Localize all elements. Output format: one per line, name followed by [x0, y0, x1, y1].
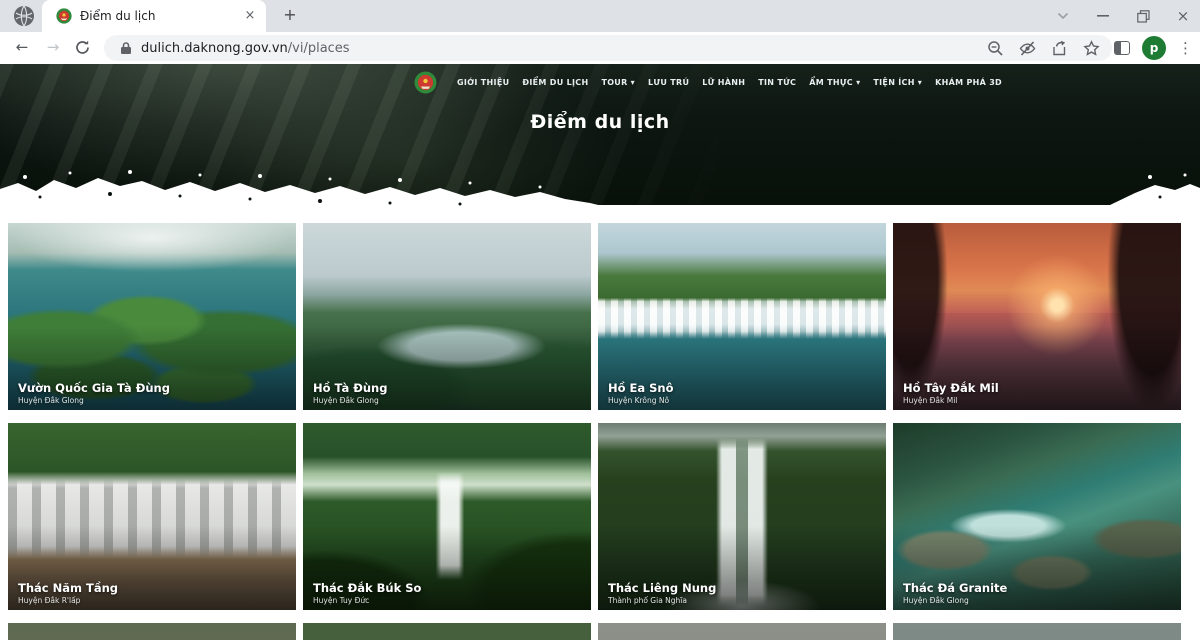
tab-search-chevron-icon[interactable] [1052, 5, 1074, 27]
nav-item-tien-ich[interactable]: TIỆN ÍCH ▾ [873, 78, 922, 87]
tab-bar: Điểm du lịch × + × [0, 0, 1200, 32]
place-photo [303, 623, 591, 640]
bookmark-star-icon[interactable] [1083, 40, 1100, 57]
zoom-out-icon[interactable] [987, 40, 1004, 57]
place-name: Thác Năm Tầng [18, 581, 118, 595]
place-card-partial[interactable] [598, 623, 886, 640]
place-district: Thành phố Gia Nghĩa [608, 596, 716, 605]
nav-item-luu-tru[interactable]: LƯU TRÚ [648, 78, 689, 87]
place-card-partial[interactable] [893, 623, 1181, 640]
torn-brush-edge [0, 163, 1200, 219]
webpage: GIỚI THIỆU ĐIỂM DU LỊCH TOUR ▾ LƯU TRÚ L… [0, 64, 1200, 640]
profile-avatar[interactable]: p [1142, 36, 1166, 60]
minimize-button[interactable] [1092, 5, 1114, 27]
tab-close-icon[interactable]: × [242, 8, 258, 24]
place-card-thac-nam-tang[interactable]: Thác Năm Tầng Huyện Đắk R'lấp [8, 423, 296, 610]
browser-toolbar: ← → dulich.daknong.gov.vn/vi/places [0, 32, 1200, 64]
url-path: /vi/places [288, 41, 350, 56]
card-meta: Hồ Tây Đắk Mil Huyện Đắk Mil [903, 381, 999, 405]
browser-window: Điểm du lịch × + × ← → [0, 0, 1200, 640]
card-meta: Thác Đá Granite Huyện Đắk Glong [903, 581, 1007, 605]
window-controls: × [1052, 0, 1194, 32]
place-district: Huyện Krông Nô [608, 396, 674, 405]
eye-off-icon[interactable] [1019, 40, 1036, 57]
hero-banner: GIỚI THIỆU ĐIỂM DU LỊCH TOUR ▾ LƯU TRÚ L… [0, 64, 1200, 205]
place-card-ta-dung-national-park[interactable]: Vườn Quốc Gia Tà Đùng Huyện Đắk Glong [8, 223, 296, 410]
browser-tab[interactable]: Điểm du lịch × [42, 0, 266, 32]
menu-kebab-icon[interactable]: ⋮ [1178, 39, 1192, 57]
place-card-thac-dak-buk-so[interactable]: Thác Đắk Búk So Huyện Tuy Đức [303, 423, 591, 610]
omnibox-actions [987, 40, 1100, 57]
place-district: Huyện Đắk Glong [903, 596, 1007, 605]
url-text[interactable]: dulich.daknong.gov.vn/vi/places [141, 41, 987, 56]
place-card-thac-da-granite[interactable]: Thác Đá Granite Huyện Đắk Glong [893, 423, 1181, 610]
card-meta: Vườn Quốc Gia Tà Đùng Huyện Đắk Glong [18, 381, 170, 405]
card-meta: Thác Liêng Nung Thành phố Gia Nghĩa [608, 581, 716, 605]
place-card-ho-tay-dak-mil[interactable]: Hồ Tây Đắk Mil Huyện Đắk Mil [893, 223, 1181, 410]
back-button[interactable]: ← [10, 36, 34, 60]
places-grid: Vườn Quốc Gia Tà Đùng Huyện Đắk Glong Hồ… [8, 223, 1181, 640]
place-photo [893, 623, 1181, 640]
toolbar-right: p ⋮ [1114, 32, 1192, 64]
lock-icon[interactable] [120, 41, 132, 55]
place-card-thac-lieng-nung[interactable]: Thác Liêng Nung Thành phố Gia Nghĩa [598, 423, 886, 610]
place-name: Thác Đắk Búk So [313, 581, 421, 595]
place-district: Huyện Tuy Đức [313, 596, 421, 605]
card-meta: Thác Đắk Búk So Huyện Tuy Đức [313, 581, 421, 605]
address-bar[interactable]: dulich.daknong.gov.vn/vi/places [104, 35, 1112, 61]
nav-item-gioi-thieu[interactable]: GIỚI THIỆU [457, 78, 509, 87]
place-district: Huyện Đắk Glong [313, 396, 387, 405]
page-title: Điểm du lịch [0, 111, 1200, 133]
share-icon[interactable] [1051, 40, 1068, 57]
place-name: Vườn Quốc Gia Tà Đùng [18, 381, 170, 395]
nav-item-am-thuc[interactable]: ẨM THỰC ▾ [809, 78, 860, 87]
new-tab-button[interactable]: + [280, 6, 300, 26]
restore-button[interactable] [1132, 5, 1154, 27]
side-panel-icon[interactable] [1114, 41, 1130, 55]
place-district: Huyện Đắk Mil [903, 396, 999, 405]
card-meta: Thác Năm Tầng Huyện Đắk R'lấp [18, 581, 118, 605]
card-meta: Hồ Tà Đùng Huyện Đắk Glong [313, 381, 387, 405]
place-district: Huyện Đắk R'lấp [18, 596, 118, 605]
nav-item-lu-hanh[interactable]: LỮ HÀNH [702, 78, 745, 87]
reload-button[interactable] [74, 39, 91, 56]
place-card-ho-ta-dung[interactable]: Hồ Tà Đùng Huyện Đắk Glong [303, 223, 591, 410]
card-meta: Hồ Ea Snô Huyện Krông Nô [608, 381, 674, 405]
url-host: dulich.daknong.gov.vn [141, 41, 288, 56]
place-card-partial[interactable] [303, 623, 591, 640]
close-window-button[interactable]: × [1172, 5, 1194, 27]
nav-item-diem-du-lich[interactable]: ĐIỂM DU LỊCH [522, 78, 588, 87]
forward-button[interactable]: → [41, 36, 65, 60]
place-photo [8, 623, 296, 640]
site-navigation: GIỚI THIỆU ĐIỂM DU LỊCH TOUR ▾ LƯU TRÚ L… [414, 71, 1015, 94]
nav-item-kham-pha-3d[interactable]: KHÁM PHÁ 3D [935, 78, 1002, 87]
tab-title: Điểm du lịch [80, 9, 242, 23]
place-card-partial[interactable] [8, 623, 296, 640]
place-name: Thác Liêng Nung [608, 581, 716, 595]
place-name: Hồ Ea Snô [608, 381, 674, 395]
nav-item-tour[interactable]: TOUR ▾ [601, 78, 635, 87]
place-name: Thác Đá Granite [903, 581, 1007, 595]
place-name: Hồ Tà Đùng [313, 381, 387, 395]
place-photo [598, 623, 886, 640]
site-logo[interactable] [414, 71, 437, 94]
site-favicon-icon [56, 8, 72, 24]
place-district: Huyện Đắk Glong [18, 396, 170, 405]
globe-icon [13, 5, 35, 27]
place-name: Hồ Tây Đắk Mil [903, 381, 999, 395]
place-card-ho-ea-sno[interactable]: Hồ Ea Snô Huyện Krông Nô [598, 223, 886, 410]
nav-item-tin-tuc[interactable]: TIN TỨC [758, 78, 796, 87]
